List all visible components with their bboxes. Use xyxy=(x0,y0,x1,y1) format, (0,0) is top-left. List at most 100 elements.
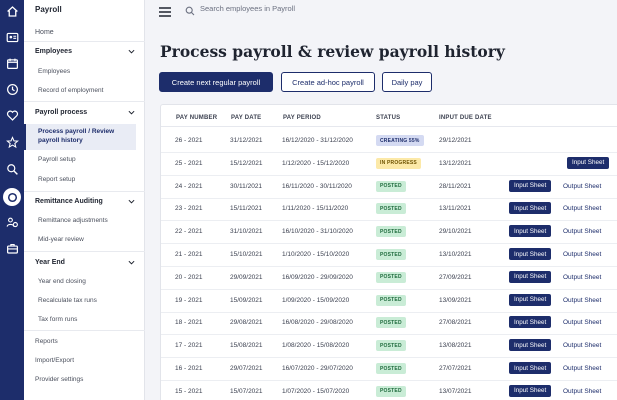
sidebar-item-report-setup[interactable]: Report setup xyxy=(38,176,75,183)
input-sheet-button[interactable]: Input Sheet xyxy=(509,248,552,260)
clock-icon[interactable] xyxy=(4,81,20,97)
calendar-icon[interactable] xyxy=(4,55,20,71)
table-row[interactable]: 20 - 2021 29/09/2021 16/09/2020 - 29/09/20… xyxy=(161,267,617,290)
table-row[interactable]: 25 - 2021 15/12/2021 1/12/2020 - 15/12/202… xyxy=(161,153,617,176)
sidebar-item-recalculate-tax-runs[interactable]: Recalculate tax runs xyxy=(38,297,97,304)
sidebar-item-import-export[interactable]: Import/Export xyxy=(35,357,74,364)
pay-date-cell: 30/11/2021 xyxy=(230,182,263,190)
output-sheet-link[interactable]: Output Sheet xyxy=(563,205,601,212)
chevron-down-icon xyxy=(128,109,135,116)
input-sheet-button[interactable]: Input Sheet xyxy=(509,339,552,352)
table-row[interactable]: 21 - 2021 15/10/2021 1/10/2020 - 15/10/202… xyxy=(161,244,617,267)
pay-date-cell: 15/10/2021 xyxy=(230,251,263,258)
input-sheet-button[interactable]: Input Sheet xyxy=(509,270,552,283)
input-sheet-button[interactable]: Input Sheet xyxy=(509,384,552,397)
input-sheet-button[interactable]: Input Sheet xyxy=(509,316,552,329)
status-badge: POSTED xyxy=(376,203,406,215)
search-people-icon[interactable] xyxy=(4,161,20,177)
input-sheet-button[interactable]: Input Sheet xyxy=(567,156,610,169)
status-badge: POSTED xyxy=(376,363,406,374)
create-ad-hoc-payroll-button[interactable]: Create ad-hoc payroll xyxy=(281,72,375,92)
output-sheet-link[interactable]: Output Sheet xyxy=(563,228,601,235)
payroll-active-indicator xyxy=(3,188,21,206)
sidebar-item-process-payroll[interactable]: Process payroll / Review payroll history xyxy=(24,124,136,150)
sidebar-item-provider-settings[interactable]: Provider settings xyxy=(35,376,83,383)
sidebar-divider xyxy=(24,191,145,192)
sidebar-item-employees[interactable]: Employees xyxy=(38,68,70,75)
output-sheet-link[interactable]: Output Sheet xyxy=(563,274,601,281)
table-row[interactable]: 16 - 2021 29/07/2021 16/07/2020 - 29/07/20… xyxy=(161,358,617,381)
heart-icon[interactable] xyxy=(4,107,20,123)
table-row[interactable]: 17 - 2021 15/08/2021 1/08/2020 - 15/08/202… xyxy=(161,335,617,359)
create-next-regular-payroll-button[interactable]: Create next regular payroll xyxy=(159,72,273,92)
column-header-pay-period: PAY PERIOD xyxy=(283,115,321,121)
output-sheet-link[interactable]: Output Sheet xyxy=(563,342,601,349)
sidebar-item-home[interactable]: Home xyxy=(35,29,54,36)
table-row[interactable]: 24 - 2021 30/11/2021 16/11/2020 - 30/11/20… xyxy=(161,176,617,199)
people-settings-icon[interactable] xyxy=(4,214,20,230)
output-sheet-link[interactable]: Output Sheet xyxy=(563,319,601,326)
pay-period-cell: 16/11/2020 - 30/11/2020 xyxy=(282,182,352,190)
hamburger-menu-icon[interactable] xyxy=(159,4,171,17)
daily-pay-button[interactable]: Daily pay xyxy=(382,72,432,92)
table-row[interactable]: 18 - 2021 29/08/2021 16/08/2020 - 29/08/20… xyxy=(161,312,617,336)
input-sheet-button[interactable]: Input Sheet xyxy=(509,225,552,238)
input-sheet-button[interactable]: Input Sheet xyxy=(509,362,552,374)
table-row[interactable]: 15 - 2021 15/07/2021 1/07/2020 - 15/07/202… xyxy=(161,381,617,400)
pay-number-cell: 19 - 2021 xyxy=(175,296,203,304)
payroll-icon[interactable] xyxy=(0,186,24,208)
star-icon[interactable] xyxy=(4,134,20,150)
status-badge: POSTED xyxy=(376,317,406,329)
input-sheet-button[interactable]: Input Sheet xyxy=(509,179,552,192)
sidebar-title: Payroll xyxy=(35,5,62,14)
table-row[interactable]: 19 - 2021 15/09/2021 1/09/2020 - 15/09/202… xyxy=(161,290,617,313)
pay-number-cell: 21 - 2021 xyxy=(175,251,203,258)
input-due-date-cell: 13/09/2021 xyxy=(439,296,472,304)
pay-period-cell: 16/08/2020 - 29/08/2020 xyxy=(282,319,353,327)
pay-number-cell: 26 - 2021 xyxy=(175,137,203,144)
person-card-icon[interactable] xyxy=(4,29,20,45)
home-icon[interactable] xyxy=(4,3,20,19)
sidebar-section-payroll-process[interactable]: Payroll process xyxy=(35,109,135,116)
pay-date-cell: 29/09/2021 xyxy=(230,273,263,281)
sidebar-item-mid-year-review[interactable]: Mid-year review xyxy=(38,236,84,243)
input-due-date-cell: 13/12/2021 xyxy=(439,159,472,167)
input-sheet-button[interactable]: Input Sheet xyxy=(509,202,552,215)
table-row[interactable]: 22 - 2021 31/10/2021 16/10/2020 - 31/10/20… xyxy=(161,221,617,245)
output-sheet-link[interactable]: Output Sheet xyxy=(563,297,601,304)
status-badge: POSTED xyxy=(376,294,406,306)
sidebar-section-remittance-auditing[interactable]: Remittance Auditing xyxy=(35,198,135,205)
input-due-date-cell: 13/07/2021 xyxy=(439,387,472,395)
chevron-down-icon xyxy=(128,198,135,205)
input-sheet-button[interactable]: Input Sheet xyxy=(509,293,552,306)
pay-number-cell: 15 - 2021 xyxy=(175,387,203,395)
pay-period-cell: 1/11/2020 - 15/11/2020 xyxy=(282,205,349,213)
pay-number-cell: 24 - 2021 xyxy=(175,182,203,190)
pay-number-cell: 17 - 2021 xyxy=(175,342,203,350)
sidebar-section-label: Employees xyxy=(35,48,72,55)
chevron-down-icon xyxy=(128,48,135,55)
sidebar-item-reports[interactable]: Reports xyxy=(35,338,58,345)
status-badge: POSTED xyxy=(376,226,406,238)
output-sheet-link[interactable]: Output Sheet xyxy=(563,388,601,395)
sidebar-item-record-of-employment[interactable]: Record of employment xyxy=(38,87,103,94)
sidebar-section-employees[interactable]: Employees xyxy=(35,48,135,55)
output-sheet-link[interactable]: Output Sheet xyxy=(563,365,601,372)
sidebar-item-remittance-adjustments[interactable]: Remittance adjustments xyxy=(38,217,108,224)
sidebar-item-tax-form-runs[interactable]: Tax form runs xyxy=(38,316,77,323)
status-badge: POSTED xyxy=(376,271,406,283)
sidebar-section-year-end[interactable]: Year End xyxy=(35,259,135,266)
output-sheet-link[interactable]: Output Sheet xyxy=(563,251,601,258)
search-input[interactable] xyxy=(200,1,400,15)
table-row[interactable]: 23 - 2021 15/11/2021 1/11/2020 - 15/11/202… xyxy=(161,198,617,222)
output-sheet-link[interactable]: Output Sheet xyxy=(563,183,601,190)
sidebar-item-payroll-setup[interactable]: Payroll setup xyxy=(38,156,76,163)
status-badge: CREATING 55% xyxy=(376,135,424,146)
table-row[interactable]: 26 - 2021 31/12/2021 16/12/2020 - 31/12/20… xyxy=(161,130,617,153)
sidebar-item-year-end-closing[interactable]: Year end closing xyxy=(38,278,86,285)
pay-date-cell: 15/07/2021 xyxy=(230,387,263,395)
input-due-date-cell: 13/10/2021 xyxy=(439,251,472,258)
pay-number-cell: 25 - 2021 xyxy=(175,159,203,167)
briefcase-icon[interactable] xyxy=(4,240,20,256)
pay-date-cell: 15/11/2021 xyxy=(230,205,263,213)
